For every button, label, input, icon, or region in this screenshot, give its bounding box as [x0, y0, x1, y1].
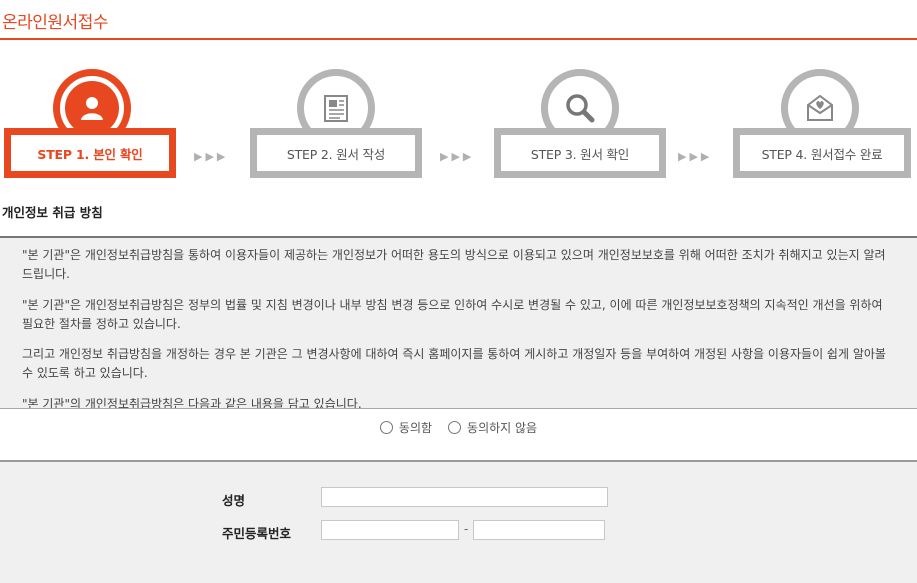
name-label: 성명: [222, 493, 246, 508]
step-3-box: STEP 3. 원서 확인: [494, 128, 666, 178]
disagree-radio[interactable]: [448, 421, 462, 434]
name-input[interactable]: [321, 487, 608, 507]
page-title: 온라인원서접수: [2, 13, 108, 33]
resident-id-label: 주민등록번호: [222, 526, 292, 541]
step-1-box: STEP 1. 본인 확인: [4, 128, 176, 178]
step-4-box: STEP 4. 원서접수 완료: [733, 128, 911, 178]
resident-id-first-input[interactable]: [321, 520, 459, 540]
policy-scroll-box[interactable]: "본 기관"은 개인정보취급방침을 통하여 이용자들이 제공하는 개인정보가 어…: [0, 236, 917, 409]
disagree-option[interactable]: 동의하지 않음: [448, 419, 537, 436]
resident-id-separator: -: [464, 522, 469, 536]
disagree-label: 동의하지 않음: [467, 421, 538, 435]
policy-paragraph: 그리고 개인정보 취급방침을 개정하는 경우 본 기관은 그 변경사항에 대하여…: [22, 347, 886, 380]
policy-paragraph: "본 기관"의 개인정보취급방침은 다음과 같은 내용을 담고 있습니다.: [22, 397, 362, 409]
identity-form: 성명 주민등록번호 -: [0, 460, 917, 583]
step-2-box: STEP 2. 원서 작성: [250, 128, 422, 178]
step-4-label: STEP 4. 원서접수 완료: [761, 146, 883, 162]
heart-mail-icon: [793, 81, 847, 135]
agree-option[interactable]: 동의함: [379, 419, 433, 436]
policy-section-title: 개인정보 취급 방침: [2, 205, 103, 220]
magnifier-icon: [553, 81, 607, 135]
step-1-label: STEP 1. 본인 확인: [37, 146, 143, 162]
title-divider: [0, 38, 917, 40]
resident-id-second-input[interactable]: [473, 520, 605, 540]
user-icon: [65, 81, 119, 135]
step-arrow-2: ▶▶▶: [440, 150, 475, 163]
step-3-label: STEP 3. 원서 확인: [530, 146, 630, 162]
step-2-label: STEP 2. 원서 작성: [286, 146, 386, 162]
document-icon: [309, 81, 363, 135]
agree-label: 동의함: [398, 421, 433, 435]
policy-paragraph: "본 기관"은 개인정보취급방침을 통하여 이용자들이 제공하는 개인정보가 어…: [22, 248, 886, 281]
step-arrow-3: ▶▶▶: [678, 150, 713, 163]
policy-paragraph: "본 기관"은 개인정보취급방침은 정부의 법률 및 지침 변경이나 내부 방침…: [22, 298, 883, 331]
agree-radio[interactable]: [379, 421, 393, 434]
consent-options: 동의함 동의하지 않음: [0, 419, 917, 436]
step-arrow-1: ▶▶▶: [194, 150, 229, 163]
